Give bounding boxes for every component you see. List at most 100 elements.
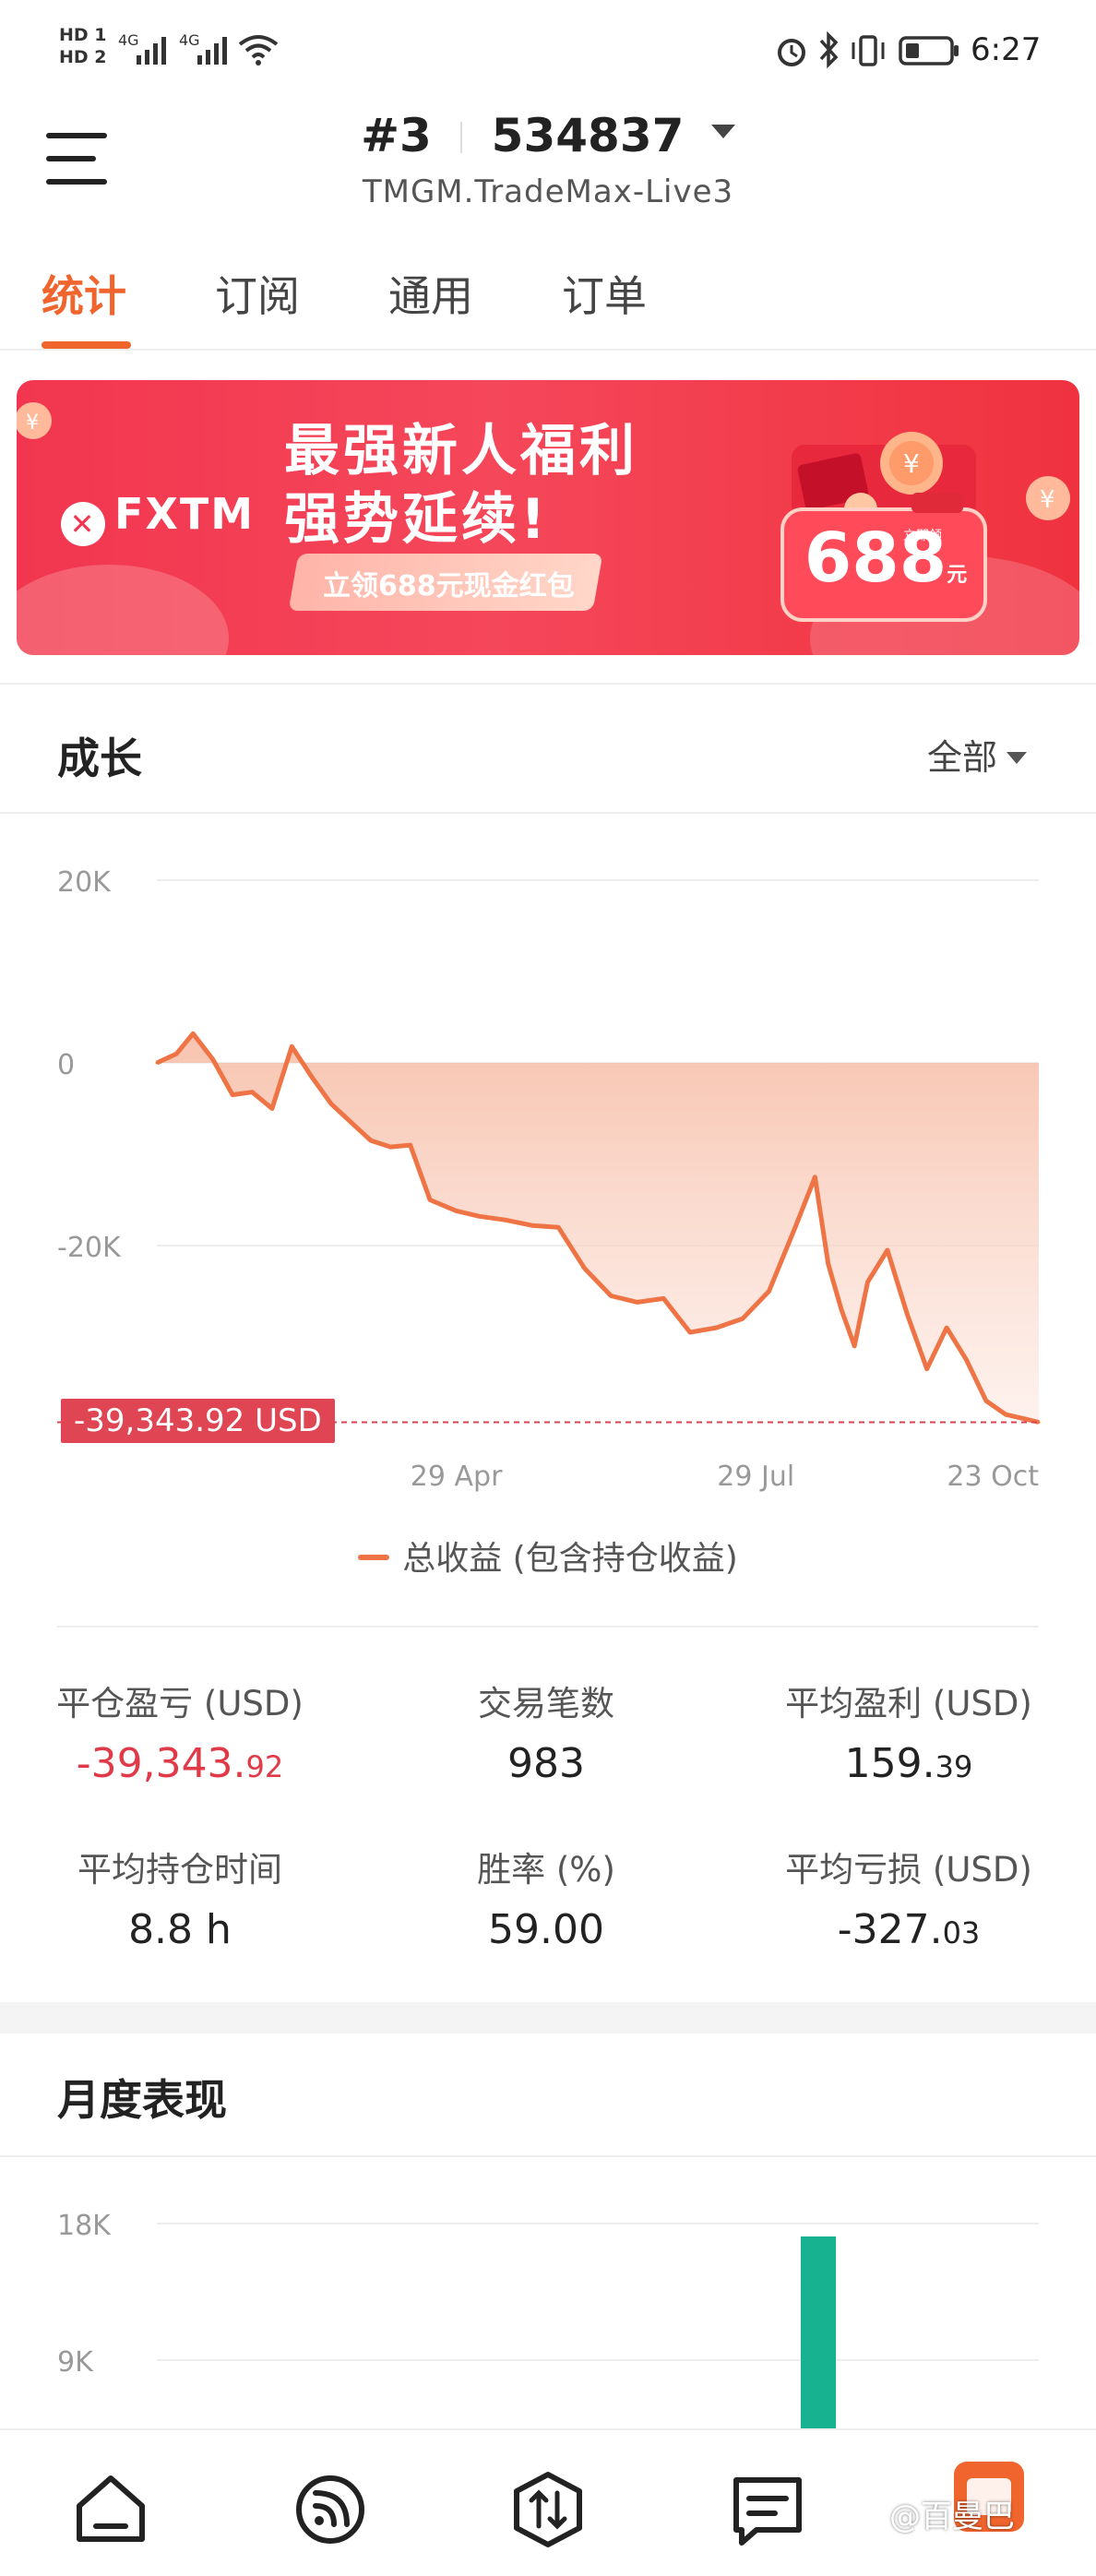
gift-amount: 688元 [804,519,968,598]
vibrate-icon [852,35,885,66]
growth-point [329,1103,333,1106]
caret-down-icon [710,125,735,138]
server-name: TMGM.TradeMax-Live3 [362,173,734,210]
growth-chart[interactable]: 20K 0 -20K 29 Apr 29 Jul 23 Oct [0,830,1096,1495]
sim-indicators: HD 1 HD 2 [59,24,107,68]
growth-point [661,1296,665,1300]
y-tick-label: 0 [57,1049,75,1081]
stat-trades-value: 983 [507,1740,585,1787]
growth-point [290,1044,293,1048]
range-filter-dropdown[interactable]: 全部 [927,729,1028,780]
growth-point [1024,1417,1028,1421]
alarm-icon [778,39,805,66]
growth-point [409,1143,412,1147]
status-bar: HD 1 HD 2 4G 4G 6:27 [0,0,1096,101]
legend-swatch [358,1555,390,1560]
growth-point [530,1223,534,1227]
account-prefix: #3 [361,109,432,162]
growth-point [504,1218,507,1222]
watermark: @百曼巴 [889,2498,1015,2535]
growth-point [886,1248,889,1252]
x-tick-label: 29 Jul [717,1461,794,1493]
growth-point [741,1317,745,1320]
clock: 6:27 [971,31,1042,68]
stat-winrate-label: 胜率 (%) [477,1850,615,1890]
svg-text:¥: ¥ [1040,486,1055,514]
signal-2-icon [197,37,227,65]
sim2-label: HD 2 [59,47,107,67]
stat-avg-profit-value: 159.39 [844,1740,973,1787]
banner-headline-2: 强势延续! [284,487,550,552]
growth-point [270,1107,274,1110]
growth-divider [0,812,1096,814]
fxtm-logo: ✕ FXTM [61,489,255,546]
growth-point [388,1145,392,1149]
tab-subscribe[interactable]: 订阅 [215,263,300,324]
y-tick-label: -20K [57,1232,122,1264]
growth-point [583,1267,587,1270]
growth-point [827,1262,830,1266]
range-filter-label: 全部 [927,737,998,778]
stat-avg-loss-label: 平均亏损 (USD) [785,1850,1032,1890]
svg-text:¥: ¥ [26,411,39,435]
monthly-bar[interactable] [801,2236,836,2436]
growth-area [157,1033,1039,1423]
section-divider [0,683,1096,685]
monthly-tick-9k: 9K [57,2346,94,2379]
stat-avg-hold-label: 平均持仓时间 [77,1850,282,1890]
growth-point [310,1075,314,1079]
tab-stats[interactable]: 统计 [42,263,126,324]
growth-point [965,1358,969,1362]
signal-1-icon [137,37,166,65]
bluetooth-icon [819,31,839,69]
battery-icon [899,36,959,66]
wifi-icon [238,35,279,66]
home-icon[interactable] [72,2471,149,2548]
tabs-divider [0,349,1096,351]
monthly-title: 月度表现 [57,2075,227,2125]
growth-point [478,1214,482,1218]
monthly-tick-18k: 18K [57,2210,112,2242]
growth-point [813,1175,816,1179]
monthly-chart[interactable]: 18K 9K [0,2177,1096,2436]
growth-point [852,1344,856,1348]
stat-avg-hold-value: 8.8 h [128,1906,232,1953]
chart-legend: 总收益 (包含持仓收益) [0,1532,1096,1580]
growth-point [925,1367,929,1371]
current-value-badge: -39,343.92 USD [61,1398,335,1443]
growth-point [866,1281,870,1284]
growth-title: 成长 [57,733,142,783]
stat-avg-profit-label: 平均盈利 (USD) [785,1684,1032,1723]
trade-arrows-icon[interactable] [509,2471,587,2548]
stat-trades-label: 交易笔数 [478,1684,614,1723]
tab-general[interactable]: 通用 [388,263,473,324]
stat-avg-loss-value: -327.03 [837,1906,981,1953]
coin-icon-left: ¥ [17,402,52,439]
growth-point [250,1091,254,1094]
caret-down-icon [1007,752,1028,764]
x-tick-label: 23 Oct [947,1461,1039,1493]
stat-winrate-value: 59.00 [488,1906,604,1953]
promo-banner[interactable]: ✕ FXTM 最强新人福利 强势延续! 立领688元现金红包 ¥ 立即领 688元… [17,380,1079,655]
sim1-label: HD 1 [59,25,107,45]
growth-point [155,1061,159,1065]
coin-icon: ¥ [1026,476,1070,520]
growth-point [231,1093,234,1097]
growth-point [767,1290,770,1293]
growth-point [191,1032,195,1035]
message-list-icon[interactable] [729,2471,806,2548]
stat-closed-pnl-value: -39,343.92 [76,1740,284,1787]
growth-point [1004,1413,1007,1416]
account-selector[interactable]: #3 534837 [0,109,1096,162]
tab-orders[interactable]: 订单 [562,263,647,324]
x-tick-label: 29 Apr [411,1461,503,1493]
growth-point [211,1057,215,1061]
section-gap [0,2002,1096,2033]
stat-closed-pnl-label: 平仓盈亏 (USD) [56,1684,304,1723]
growth-point [840,1307,843,1311]
growth-point [609,1294,613,1297]
banner-pill-text: 立领688元现金红包 [323,570,575,602]
monthly-divider [0,2155,1096,2157]
signal-feed-icon[interactable] [292,2471,369,2548]
growth-point [556,1225,560,1229]
